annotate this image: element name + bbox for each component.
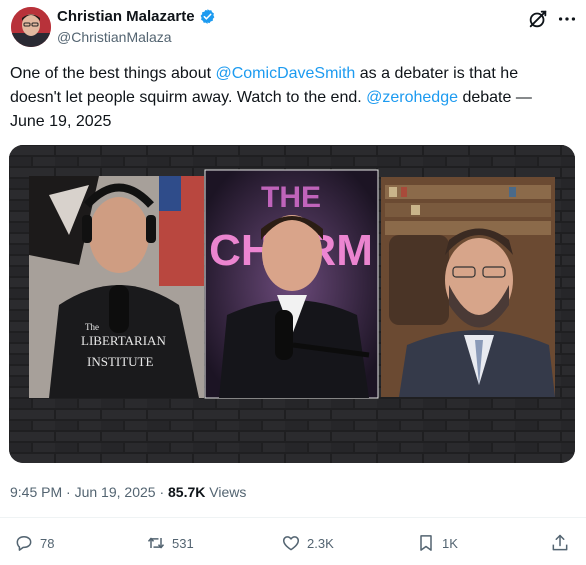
share-icon xyxy=(552,534,568,551)
sign-text-top: THE xyxy=(261,181,321,214)
avatar-image xyxy=(11,7,51,47)
views-count: 85.7K xyxy=(168,484,206,500)
views-label: Views xyxy=(205,484,247,500)
like-button[interactable]: 2.3K xyxy=(281,528,334,558)
author-handle[interactable]: @ChristianMalaza xyxy=(57,29,172,45)
verified-badge-icon xyxy=(200,9,214,24)
video-frame: The LIBERTARIAN INSTITUTE THE CHARM xyxy=(9,145,575,463)
video-panel-left: The LIBERTARIAN INSTITUTE xyxy=(29,176,204,398)
tweet-time[interactable]: 9:45 PM xyxy=(10,484,62,500)
meta-separator: · xyxy=(62,484,75,500)
repost-icon xyxy=(147,537,165,549)
avatar[interactable] xyxy=(11,7,51,47)
bookmark-count: 1K xyxy=(442,535,458,551)
bookmark-icon xyxy=(420,535,432,551)
hoodie-text-top: The xyxy=(85,322,99,332)
more-options-icon[interactable] xyxy=(556,8,578,30)
bookmark-button[interactable]: 1K xyxy=(416,528,458,558)
hoodie-text-mid: LIBERTARIAN xyxy=(81,333,166,348)
reply-icon xyxy=(16,536,32,551)
reply-count: 78 xyxy=(40,535,55,551)
author-name[interactable]: Christian Malazarte xyxy=(57,8,195,25)
mention-link[interactable]: @zerohedge xyxy=(366,89,458,106)
video-panel-right xyxy=(381,177,555,397)
grok-icon[interactable] xyxy=(527,8,549,30)
video-panel-center: THE CHARM xyxy=(204,169,379,399)
hoodie-text-bottom: INSTITUTE xyxy=(87,354,153,369)
divider xyxy=(0,517,586,518)
heart-icon xyxy=(282,536,300,551)
video-player[interactable]: The LIBERTARIAN INSTITUTE THE CHARM xyxy=(9,145,575,463)
meta-separator: · xyxy=(155,484,169,500)
repost-button[interactable]: 531 xyxy=(146,528,194,558)
repost-count: 531 xyxy=(172,535,194,551)
tweet-text-part: One of the best things about xyxy=(10,65,216,82)
author-row: Christian Malazarte xyxy=(57,8,216,25)
tweet-date[interactable]: Jun 19, 2025 xyxy=(75,484,156,500)
action-bar: 78 531 2.3K 1K xyxy=(0,528,586,558)
mention-link[interactable]: @ComicDaveSmith xyxy=(215,65,355,82)
tweet-text: One of the best things about @ComicDaveS… xyxy=(10,62,570,134)
share-button[interactable] xyxy=(550,528,570,558)
tweet-meta: 9:45 PM · Jun 19, 2025 · 85.7K Views xyxy=(10,484,246,500)
reply-button[interactable]: 78 xyxy=(14,528,54,558)
tweet: Christian Malazarte @ChristianMalaza One… xyxy=(0,0,586,565)
like-count: 2.3K xyxy=(307,535,334,551)
